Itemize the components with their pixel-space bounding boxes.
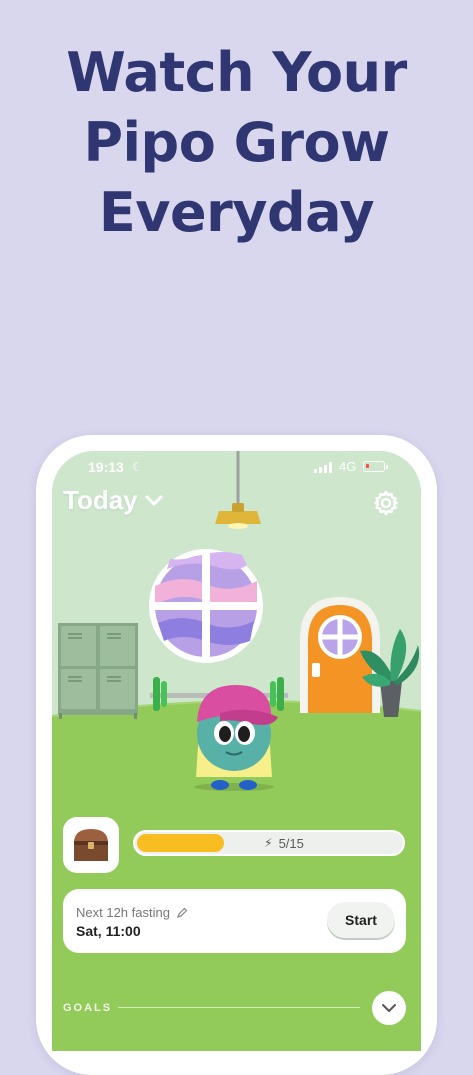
chevron-down-icon xyxy=(382,1004,396,1012)
battery-icon xyxy=(363,461,388,472)
network-label: 4G xyxy=(339,459,357,474)
gear-icon[interactable] xyxy=(372,489,400,517)
app-screen: 19:13 ☾ 4G Today ⚡ 5/15 Next 12h fasting… xyxy=(52,451,421,1051)
goals-label: GOALS xyxy=(63,1002,113,1014)
signal-icon xyxy=(314,462,332,473)
round-window xyxy=(149,549,263,663)
lightning-icon: ⚡ xyxy=(264,836,273,850)
treasure-chest-icon xyxy=(63,817,119,873)
today-dropdown[interactable]: Today xyxy=(63,485,164,516)
moon-icon: ☾ xyxy=(132,460,143,474)
status-time: 19:13 xyxy=(88,459,124,475)
headline-line-2: Pipo Grow xyxy=(83,111,390,174)
headline-line-1: Watch Your xyxy=(66,41,407,104)
pipo-character xyxy=(194,685,278,791)
status-bar: 19:13 ☾ 4G xyxy=(52,459,421,477)
goals-divider xyxy=(118,1007,360,1008)
headline-line-3: Everyday xyxy=(98,181,375,244)
chevron-down-icon xyxy=(145,495,163,505)
fasting-time: Sat, 11:00 xyxy=(76,923,141,939)
today-title: Today xyxy=(63,485,138,515)
goals-toggle-button[interactable] xyxy=(372,991,406,1025)
progress-label-wrap: ⚡ 5/15 xyxy=(135,832,403,854)
fasting-card: Next 12h fasting Sat, 11:00 Start xyxy=(63,889,406,953)
start-button[interactable]: Start xyxy=(327,902,395,938)
fasting-title: Next 12h fasting xyxy=(76,905,170,920)
pencil-icon[interactable] xyxy=(176,907,188,919)
headline: Watch Your Pipo Grow Everyday xyxy=(0,38,473,248)
room-scene xyxy=(52,451,421,1051)
progress-count: 5/15 xyxy=(278,835,304,851)
fasting-title-row[interactable]: Next 12h fasting xyxy=(76,905,188,920)
energy-progress-bar: ⚡ 5/15 xyxy=(133,830,405,856)
lockers xyxy=(58,623,138,719)
